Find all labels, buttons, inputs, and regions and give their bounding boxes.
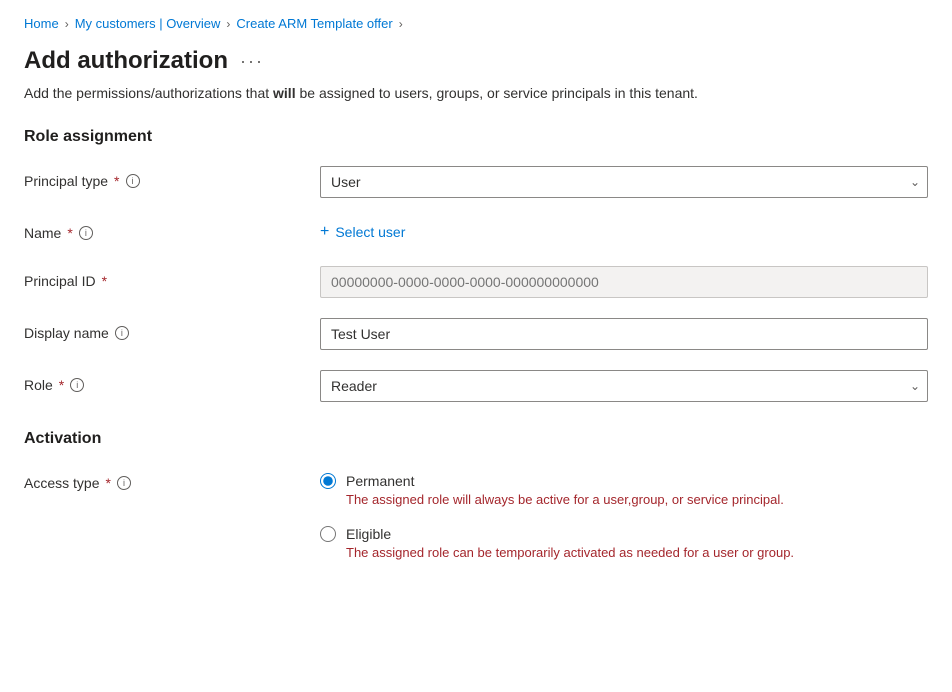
principal-type-label: Principal type * i — [24, 173, 304, 189]
name-required: * — [67, 225, 72, 241]
principal-type-control: User Group Service Principal ⌄ — [320, 166, 928, 198]
role-select[interactable]: Reader Contributor Owner — [320, 370, 928, 402]
permanent-label-row: Permanent — [320, 472, 928, 489]
access-type-label-col: Access type * i — [24, 468, 304, 491]
description-pre: Add the permissions/authorizations that — [24, 85, 273, 101]
access-type-label-text: Access type — [24, 475, 99, 491]
breadcrumb-sep-2: › — [226, 17, 230, 31]
breadcrumb-sep-3: › — [399, 17, 403, 31]
select-user-label: Select user — [335, 224, 405, 240]
role-info-icon[interactable]: i — [70, 378, 84, 392]
permanent-description: The assigned role will always be active … — [320, 491, 928, 509]
principal-id-row: Principal ID * — [24, 266, 928, 298]
display-name-label-text: Display name — [24, 325, 109, 341]
principal-type-required: * — [114, 173, 119, 189]
name-label-col: Name * i — [24, 218, 304, 241]
principal-id-input[interactable] — [320, 266, 928, 298]
access-type-label: Access type * i — [24, 475, 304, 491]
eligible-label-row: Eligible — [320, 525, 928, 542]
display-name-input[interactable] — [320, 318, 928, 350]
breadcrumb-home[interactable]: Home — [24, 16, 59, 31]
role-control: Reader Contributor Owner ⌄ — [320, 370, 928, 402]
page-description: Add the permissions/authorizations that … — [24, 83, 928, 104]
principal-type-label-col: Principal type * i — [24, 166, 304, 189]
name-label-text: Name — [24, 225, 61, 241]
name-row: Name * i + Select user — [24, 218, 928, 246]
principal-id-label: Principal ID * — [24, 273, 304, 289]
eligible-option: Eligible The assigned role can be tempor… — [320, 525, 928, 562]
select-user-button[interactable]: + Select user — [320, 218, 405, 246]
role-label: Role * i — [24, 377, 304, 393]
permanent-radio[interactable] — [320, 473, 336, 489]
page-title-row: Add authorization ··· — [24, 47, 928, 75]
name-info-icon[interactable]: i — [79, 226, 93, 240]
description-post: be assigned to users, groups, or service… — [296, 85, 698, 101]
display-name-control — [320, 318, 928, 350]
principal-id-label-text: Principal ID — [24, 273, 96, 289]
page-title: Add authorization — [24, 47, 228, 75]
permanent-option: Permanent The assigned role will always … — [320, 472, 928, 509]
principal-id-required: * — [102, 273, 107, 289]
eligible-radio[interactable] — [320, 526, 336, 542]
role-assignment-section: Role assignment Principal type * i User … — [24, 128, 928, 402]
role-row: Role * i Reader Contributor Owner ⌄ — [24, 370, 928, 402]
principal-type-row: Principal type * i User Group Service Pr… — [24, 166, 928, 198]
plus-icon: + — [320, 224, 329, 240]
breadcrumb: Home › My customers | Overview › Create … — [24, 16, 928, 31]
breadcrumb-create-offer[interactable]: Create ARM Template offer — [236, 16, 392, 31]
display-name-label: Display name i — [24, 325, 304, 341]
role-label-col: Role * i — [24, 370, 304, 393]
permanent-label: Permanent — [346, 473, 414, 489]
role-label-text: Role — [24, 377, 53, 393]
access-type-required: * — [105, 475, 110, 491]
name-label: Name * i — [24, 225, 304, 241]
principal-id-control — [320, 266, 928, 298]
display-name-label-col: Display name i — [24, 318, 304, 341]
access-type-info-icon[interactable]: i — [117, 476, 131, 490]
display-name-row: Display name i — [24, 318, 928, 350]
breadcrumb-my-customers[interactable]: My customers | Overview — [75, 16, 221, 31]
role-required: * — [59, 377, 64, 393]
principal-type-label-text: Principal type — [24, 173, 108, 189]
principal-id-label-col: Principal ID * — [24, 266, 304, 289]
activation-title: Activation — [24, 430, 928, 448]
role-select-wrapper: Reader Contributor Owner ⌄ — [320, 370, 928, 402]
principal-type-select[interactable]: User Group Service Principal — [320, 166, 928, 198]
access-type-row: Access type * i Permanent The assigned r… — [24, 468, 928, 562]
name-control: + Select user — [320, 218, 928, 246]
breadcrumb-sep-1: › — [65, 17, 69, 31]
eligible-description: The assigned role can be temporarily act… — [320, 544, 928, 562]
eligible-label: Eligible — [346, 526, 391, 542]
principal-type-info-icon[interactable]: i — [126, 174, 140, 188]
more-options-button[interactable]: ··· — [240, 51, 264, 72]
description-will: will — [273, 85, 296, 101]
access-type-control: Permanent The assigned role will always … — [320, 468, 928, 562]
principal-type-select-wrapper: User Group Service Principal ⌄ — [320, 166, 928, 198]
activation-section: Activation Access type * i Permanent The… — [24, 430, 928, 562]
role-assignment-title: Role assignment — [24, 128, 928, 146]
access-type-radio-group: Permanent The assigned role will always … — [320, 468, 928, 562]
display-name-info-icon[interactable]: i — [115, 326, 129, 340]
